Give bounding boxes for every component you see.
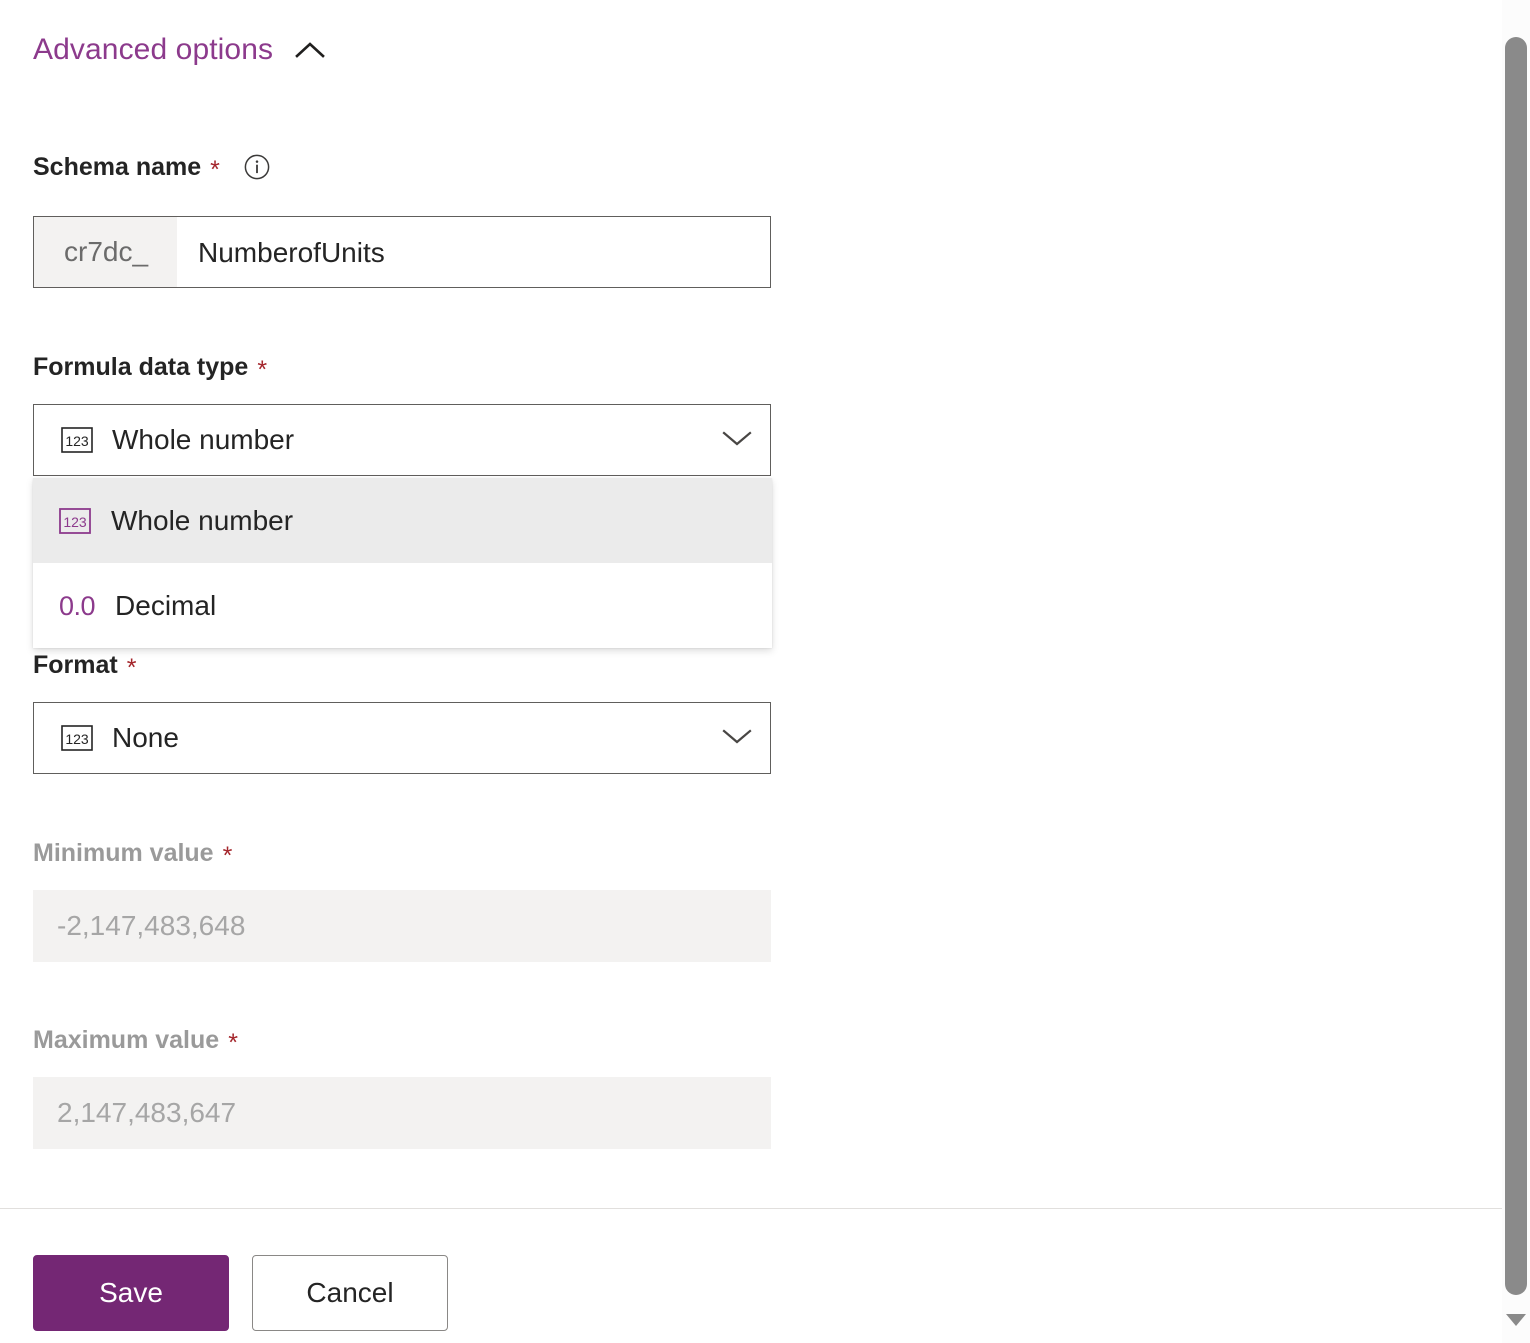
required-asterisk: * [210,158,220,183]
cancel-button[interactable]: Cancel [252,1255,448,1331]
number-123-icon: 123 [61,427,93,453]
field-properties-panel: Advanced options Schema name * cr7dc_ Fo… [0,0,1502,1343]
dropdown-option-label: Decimal [115,590,216,622]
chevron-up-icon [295,41,325,59]
vertical-scrollbar[interactable] [1502,0,1530,1343]
required-asterisk: * [228,1031,238,1056]
format-label: Format * [33,650,136,680]
formula-data-type-value: Whole number [112,424,722,456]
formula-data-type-options-list: 123 Whole number 0.0 Decimal [33,478,772,648]
footer-actions: Save Cancel [33,1255,448,1331]
schema-name-prefix: cr7dc_ [34,217,177,287]
number-123-icon: 123 [61,725,93,751]
minimum-value-text: -2,147,483,648 [57,910,245,942]
required-asterisk: * [127,656,137,681]
schema-name-field[interactable]: cr7dc_ [33,216,771,288]
scroll-down-arrow-icon[interactable] [1506,1314,1526,1326]
scrollbar-thumb[interactable] [1505,37,1527,1295]
minimum-value-label-text: Minimum value [33,838,214,868]
format-value: None [112,722,722,754]
decimal-0-0-icon: 0.0 [59,593,95,619]
formula-data-type-label-text: Formula data type [33,352,248,382]
required-asterisk: * [257,358,267,383]
svg-text:123: 123 [65,731,89,747]
formula-data-type-label: Formula data type * [33,352,267,382]
info-icon[interactable] [244,154,270,180]
maximum-value-label: Maximum value * [33,1025,238,1055]
save-button[interactable]: Save [33,1255,229,1331]
chevron-down-icon [722,429,752,452]
formula-data-type-dropdown[interactable]: 123 Whole number [33,404,771,476]
footer-divider [0,1208,1502,1209]
maximum-value-input: 2,147,483,647 [33,1077,771,1149]
dropdown-option-label: Whole number [111,505,293,537]
maximum-value-text: 2,147,483,647 [57,1097,236,1129]
dropdown-option-decimal[interactable]: 0.0 Decimal [33,563,772,648]
advanced-options-label: Advanced options [33,30,273,70]
svg-text:123: 123 [63,514,87,530]
maximum-value-label-text: Maximum value [33,1025,219,1055]
format-dropdown[interactable]: 123 None [33,702,771,774]
advanced-options-toggle[interactable]: Advanced options [33,30,325,70]
format-label-text: Format [33,650,118,680]
svg-text:123: 123 [65,433,89,449]
minimum-value-label: Minimum value * [33,838,232,868]
schema-name-label: Schema name * [33,152,270,182]
dropdown-option-whole-number[interactable]: 123 Whole number [33,478,772,563]
required-asterisk: * [223,844,233,869]
schema-name-input[interactable] [177,217,770,289]
schema-name-label-text: Schema name [33,152,201,182]
number-123-icon: 123 [59,508,91,534]
minimum-value-input: -2,147,483,648 [33,890,771,962]
chevron-down-icon [722,727,752,750]
